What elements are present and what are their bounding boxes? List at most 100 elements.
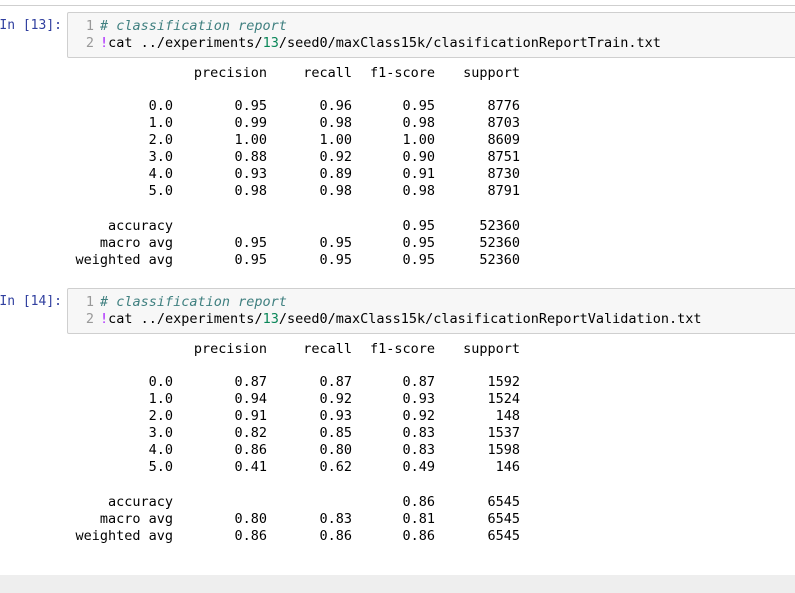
path-number: 13 bbox=[262, 35, 279, 51]
report-cell: 0.98 bbox=[234, 183, 267, 199]
report-class-row: 5.0 0.98 0.98 0.98 8791 bbox=[70, 183, 530, 200]
top-divider bbox=[0, 5, 795, 6]
code-input-area[interactable]: 1 # classification report 2 !cat ../experi… bbox=[67, 288, 795, 334]
report-cell: 0.96 bbox=[319, 98, 352, 114]
code-comment: # classification report bbox=[100, 18, 287, 34]
report-header-row: precision recall f1-score support bbox=[70, 341, 530, 358]
notebook-cell-14[interactable]: In [14]: 1 # classification report 2 !cat … bbox=[0, 288, 795, 550]
report-class-row: 3.0 0.88 0.92 0.90 8751 bbox=[70, 149, 530, 166]
report-cell: 0.98 bbox=[402, 183, 435, 199]
report-cell: 0.87 bbox=[234, 374, 267, 390]
code-line-1: 1 # classification report bbox=[68, 18, 287, 35]
shell-command: cat ../experiments/ bbox=[108, 311, 263, 327]
report-cell: 0.98 bbox=[402, 115, 435, 131]
report-cell: 52360 bbox=[479, 252, 520, 268]
report-cell: 1598 bbox=[487, 442, 520, 458]
report-cell: weighted avg bbox=[75, 528, 173, 544]
code-comment: # classification report bbox=[100, 294, 287, 310]
report-cell: 0.85 bbox=[319, 425, 352, 441]
input-prompt: In [13]: bbox=[0, 18, 62, 33]
shell-bang: ! bbox=[100, 35, 109, 51]
report-class-row: 1.0 0.99 0.98 0.98 8703 bbox=[70, 115, 530, 132]
code-input-area[interactable]: 1 # classification report 2 !cat ../experi… bbox=[67, 12, 795, 58]
report-cell: 0.95 bbox=[402, 252, 435, 268]
report-cell: 0.93 bbox=[319, 408, 352, 424]
report-cell: 1592 bbox=[487, 374, 520, 390]
report-summary-row: weighted avg 0.95 0.95 0.95 52360 bbox=[70, 252, 530, 269]
report-cell: macro avg bbox=[99, 511, 173, 527]
report-cell: 0.81 bbox=[402, 511, 435, 527]
report-class-row: 3.0 0.82 0.85 0.83 1537 bbox=[70, 425, 530, 442]
report-cell: 8609 bbox=[487, 132, 520, 148]
report-cell: 6545 bbox=[487, 528, 520, 544]
report-cell: 0.93 bbox=[234, 166, 267, 182]
report-cell: accuracy bbox=[107, 494, 173, 510]
report-cell: 0.86 bbox=[319, 528, 352, 544]
code-line-2: 2 !cat ../experiments/13/seed0/maxClass15… bbox=[68, 311, 702, 328]
shell-path: /seed0/maxClass15k/clasificationReportVa… bbox=[278, 311, 702, 327]
report-cell: 0.95 bbox=[234, 98, 267, 114]
report-cell: 1537 bbox=[487, 425, 520, 441]
report-class-row: 5.0 0.41 0.62 0.49 146 bbox=[70, 459, 530, 476]
report-cell: 0.83 bbox=[402, 442, 435, 458]
report-cell: 0.80 bbox=[234, 511, 267, 527]
report-cell: 2.0 bbox=[148, 132, 173, 148]
report-cell: 0.98 bbox=[319, 183, 352, 199]
shell-path: /seed0/maxClass15k/clasificationReportTr… bbox=[278, 35, 661, 51]
report-cell: precision bbox=[193, 65, 267, 81]
report-cell: 8751 bbox=[487, 149, 520, 165]
code-line-2: 2 !cat ../experiments/13/seed0/maxClass15… bbox=[68, 35, 661, 52]
report-class-row: 4.0 0.93 0.89 0.91 8730 bbox=[70, 166, 530, 183]
report-cell: 0.99 bbox=[234, 115, 267, 131]
line-number: 1 bbox=[85, 18, 94, 34]
report-cell: 6545 bbox=[487, 511, 520, 527]
report-cell: 0.87 bbox=[319, 374, 352, 390]
report-cell: 0.95 bbox=[402, 98, 435, 114]
report-cell: support bbox=[463, 65, 520, 81]
report-cell: 8791 bbox=[487, 183, 520, 199]
notebook-cell-13[interactable]: In [13]: 1 # classification report 2 !cat … bbox=[0, 12, 795, 274]
report-cell: 52360 bbox=[479, 218, 520, 234]
report-cell: weighted avg bbox=[75, 252, 173, 268]
report-cell: 1.00 bbox=[319, 132, 352, 148]
report-header-row: precision recall f1-score support bbox=[70, 65, 530, 82]
report-cell: 4.0 bbox=[148, 442, 173, 458]
line-number: 1 bbox=[85, 294, 94, 310]
report-class-row: 2.0 0.91 0.93 0.92 148 bbox=[70, 408, 530, 425]
report-cell: 5.0 bbox=[148, 459, 173, 475]
report-summary-row: accuracy 0.95 52360 bbox=[70, 218, 530, 235]
report-cell: 0.87 bbox=[402, 374, 435, 390]
report-cell: recall bbox=[303, 341, 352, 357]
report-cell: 1.00 bbox=[234, 132, 267, 148]
report-cell: 0.98 bbox=[319, 115, 352, 131]
report-cell: 0.95 bbox=[319, 235, 352, 251]
report-cell: 0.86 bbox=[402, 494, 435, 510]
report-cell: 0.80 bbox=[319, 442, 352, 458]
report-cell: 0.91 bbox=[234, 408, 267, 424]
report-cell: 0.83 bbox=[319, 511, 352, 527]
report-cell: 0.86 bbox=[234, 528, 267, 544]
report-cell: 0.83 bbox=[402, 425, 435, 441]
report-cell: 1.00 bbox=[402, 132, 435, 148]
report-class-row: 2.0 1.00 1.00 1.00 8609 bbox=[70, 132, 530, 149]
report-cell: 0.95 bbox=[319, 252, 352, 268]
report-cell: 0.86 bbox=[402, 528, 435, 544]
report-cell: 1.0 bbox=[148, 115, 173, 131]
report-cell: 8703 bbox=[487, 115, 520, 131]
report-summary-row: accuracy 0.86 6545 bbox=[70, 494, 530, 511]
report-cell: 8776 bbox=[487, 98, 520, 114]
report-class-row: 0.0 0.87 0.87 0.87 1592 bbox=[70, 374, 530, 391]
report-cell: 0.93 bbox=[402, 391, 435, 407]
report-cell: 2.0 bbox=[148, 408, 173, 424]
report-cell: 1524 bbox=[487, 391, 520, 407]
line-number: 2 bbox=[85, 35, 94, 51]
shell-bang: ! bbox=[100, 311, 109, 327]
report-cell: 5.0 bbox=[148, 183, 173, 199]
report-cell: 4.0 bbox=[148, 166, 173, 182]
report-cell: 0.62 bbox=[319, 459, 352, 475]
path-number: 13 bbox=[262, 311, 279, 327]
report-cell: precision bbox=[193, 341, 267, 357]
report-cell: 0.95 bbox=[234, 235, 267, 251]
report-cell: recall bbox=[303, 65, 352, 81]
report-class-row: 4.0 0.86 0.80 0.83 1598 bbox=[70, 442, 530, 459]
